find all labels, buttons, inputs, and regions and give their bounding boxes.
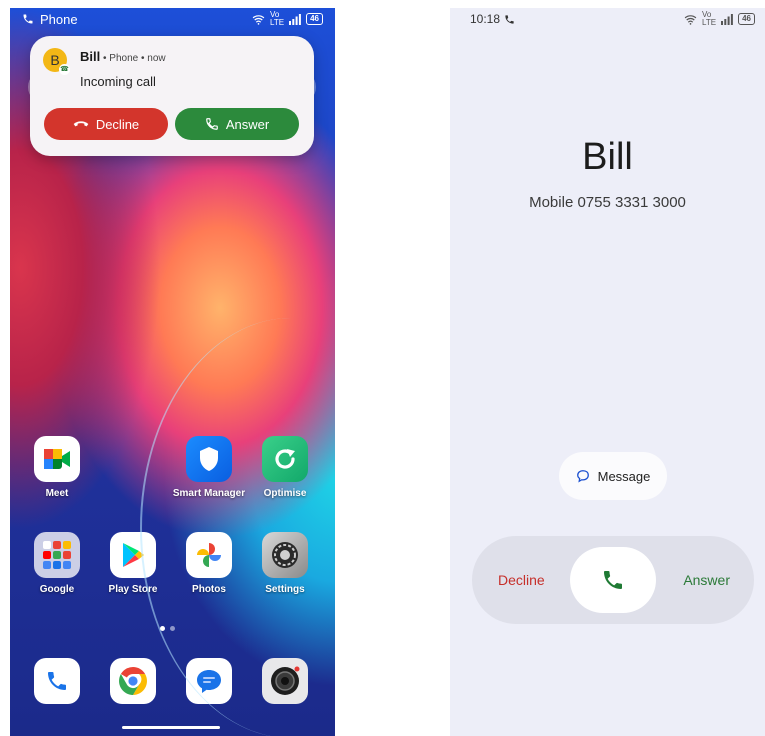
- signal-icon: [289, 13, 301, 25]
- answer-label: Answer: [225, 116, 270, 132]
- volte-icon: Vo LTE: [270, 10, 285, 27]
- photos-icon: [186, 532, 232, 578]
- avatar: B ☎: [43, 48, 70, 75]
- status-time: 10:18: [470, 12, 501, 26]
- phone-icon: [505, 14, 514, 24]
- app-label: Photos: [192, 584, 226, 595]
- app-label: Settings: [265, 584, 305, 595]
- app-label: Play Store: [108, 584, 158, 595]
- decline-button[interactable]: Decline: [44, 108, 168, 140]
- status-app-label: Phone: [40, 11, 78, 27]
- messages-icon: [186, 658, 232, 704]
- page-dot: [170, 626, 175, 631]
- answer-knob[interactable]: [570, 547, 656, 613]
- caller-number: Mobile 0755 3331 3000: [529, 194, 686, 211]
- dock-camera[interactable]: [248, 658, 322, 710]
- status-bar: Phone Vo LTE 46: [10, 8, 335, 30]
- incoming-call-notification[interactable]: B ☎ Bill • Phone • now Incoming call Dec…: [30, 36, 314, 156]
- status-icons: Vo LTE 46: [684, 11, 755, 27]
- app-google-folder[interactable]: Google: [20, 532, 94, 595]
- app-label: Google: [39, 584, 75, 595]
- play-store-icon: [110, 532, 156, 578]
- notification-caller: Bill: [80, 49, 101, 64]
- chrome-icon: [110, 658, 156, 704]
- hang-up-icon: [73, 121, 89, 127]
- app-smart-manager[interactable]: Smart Manager: [172, 436, 246, 499]
- app-photos[interactable]: Photos: [172, 532, 246, 595]
- shield-icon: [186, 436, 232, 482]
- decline-label: Decline: [95, 116, 140, 132]
- page-dot-active: [160, 626, 165, 631]
- meet-icon: [34, 436, 80, 482]
- gesture-bar[interactable]: [122, 726, 220, 729]
- app-settings[interactable]: Settings: [248, 532, 322, 595]
- app-label: Smart Manager: [172, 488, 246, 499]
- phone-icon: [205, 118, 218, 130]
- wifi-icon: [252, 14, 265, 25]
- battery-icon: 46: [738, 13, 755, 25]
- battery-icon: 46: [306, 13, 323, 25]
- answer-label[interactable]: Answer: [683, 572, 730, 588]
- google-folder-icon: [34, 532, 80, 578]
- message-label: Message: [597, 468, 651, 484]
- app-label: Meet: [45, 488, 69, 499]
- refresh-icon: [262, 436, 308, 482]
- notification-meta: • Phone • now: [100, 53, 166, 64]
- dock-chrome[interactable]: [96, 658, 170, 710]
- phone-icon: [604, 571, 622, 589]
- page-indicator: [160, 626, 175, 631]
- status-icons: Vo LTE 46: [252, 11, 323, 27]
- phone-icon: [34, 658, 80, 704]
- status-app-indicator: Phone: [22, 12, 78, 27]
- caller-name: Bill: [582, 136, 633, 178]
- signal-icon: [721, 13, 733, 25]
- avatar-letter: B: [50, 52, 60, 68]
- app-optimise[interactable]: Optimise: [248, 436, 322, 499]
- volte-icon: Vo LTE: [702, 10, 717, 27]
- app-play-store[interactable]: Play Store: [96, 532, 170, 595]
- notification-header: Bill • Phone • now: [80, 49, 166, 64]
- phone-badge-icon: ☎: [59, 64, 70, 75]
- answer-button[interactable]: Answer: [175, 108, 299, 140]
- decline-label[interactable]: Decline: [498, 572, 545, 588]
- wifi-icon: [684, 14, 697, 25]
- incoming-call-screen: 10:18 Vo LTE 46 Bill Mobile 0755 3331 300…: [450, 8, 765, 736]
- dock-messages[interactable]: [172, 658, 246, 710]
- phone-icon: [23, 14, 33, 24]
- message-button[interactable]: Message: [559, 452, 667, 500]
- app-meet[interactable]: Meet: [20, 436, 94, 499]
- home-screen: Phone Vo LTE 46 B ☎ Bill • Phone • now In…: [10, 8, 335, 736]
- camera-icon: [262, 658, 308, 704]
- app-label: Optimise: [263, 488, 307, 499]
- message-icon: [576, 470, 589, 483]
- gear-icon: [262, 532, 308, 578]
- notification-body: Incoming call: [80, 74, 156, 89]
- dock-phone[interactable]: [20, 658, 94, 710]
- answer-slider[interactable]: Decline Answer: [472, 536, 754, 624]
- status-bar: 10:18 Vo LTE 46: [450, 8, 765, 30]
